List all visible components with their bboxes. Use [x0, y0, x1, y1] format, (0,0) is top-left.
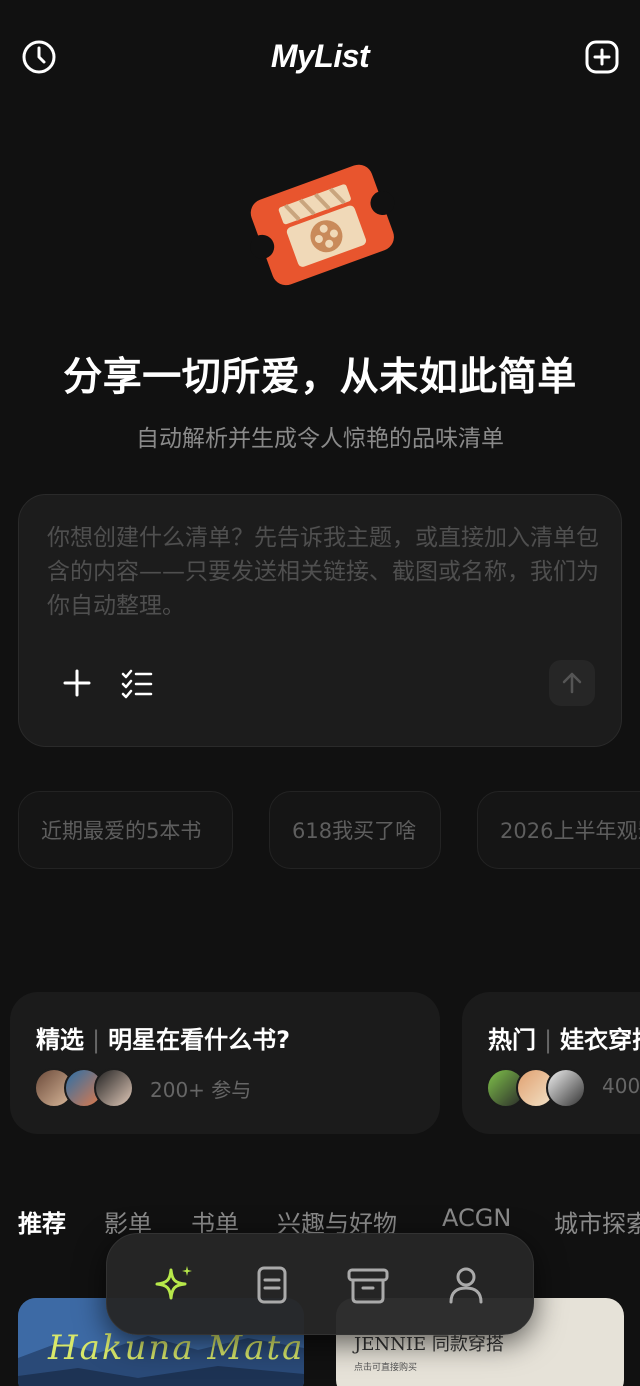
- participant-count: 400: [602, 1074, 640, 1098]
- suggestion-chip[interactable]: 2026上半年观影: [477, 791, 640, 869]
- participant-avatars: [34, 1068, 144, 1108]
- list-composer[interactable]: 你想创建什么清单？先告诉我主题，或直接加入清单包含的内容——只要发送相关链接、截…: [18, 494, 622, 747]
- featured-card[interactable]: 热门|娃衣穿搭 400: [462, 992, 640, 1134]
- suggestion-chip[interactable]: 近期最爱的5本书: [18, 791, 233, 869]
- hero-subtitle: 自动解析并生成令人惊艳的品味清单: [136, 426, 504, 452]
- document-icon[interactable]: [249, 1262, 295, 1308]
- card-title: 精选 | 明星在看什么书?: [36, 1026, 291, 1054]
- user-icon[interactable]: [443, 1262, 489, 1308]
- checklist-icon[interactable]: [119, 665, 155, 701]
- arrow-up-icon: [562, 672, 582, 694]
- tab-recommended[interactable]: 推荐: [18, 1204, 66, 1239]
- suggestion-chips: 近期最爱的5本书 618我买了啥 2026上半年观影: [18, 791, 640, 869]
- avatar: [546, 1068, 586, 1108]
- participant-count: 200+ 参与: [150, 1078, 252, 1102]
- tab-city[interactable]: 城市探索: [554, 1204, 640, 1239]
- send-button[interactable]: [549, 660, 595, 706]
- participant-avatars: [486, 1068, 596, 1108]
- archive-box-icon[interactable]: [345, 1262, 391, 1308]
- app-title: MyList: [270, 38, 370, 74]
- featured-cards: 精选|明星在看什么书? 200+ 参与 热门|娃衣穿搭 400: [0, 992, 640, 1134]
- film-clapperboard-ticket-icon: [244, 158, 400, 290]
- card-title: 热门|娃衣穿搭: [488, 1026, 640, 1054]
- hero-headline: 分享一切所爱，从未如此简单: [63, 355, 577, 400]
- avatar: [94, 1068, 134, 1108]
- plus-square-icon[interactable]: [582, 37, 622, 77]
- feed-card-subtitle: 点击可直接购买: [354, 1363, 418, 1373]
- sparkle-icon[interactable]: [151, 1262, 197, 1308]
- top-bar: MyList: [0, 0, 640, 116]
- suggestion-chip[interactable]: 618我买了啥: [269, 791, 441, 869]
- bottom-nav: [106, 1233, 534, 1335]
- plus-icon[interactable]: [59, 665, 95, 701]
- tab-acgn[interactable]: ACGN: [442, 1204, 511, 1232]
- featured-card[interactable]: 精选 | 明星在看什么书? 200+ 参与: [10, 992, 440, 1134]
- composer-input[interactable]: 你想创建什么清单？先告诉我主题，或直接加入清单包含的内容——只要发送相关链接、截…: [47, 521, 599, 623]
